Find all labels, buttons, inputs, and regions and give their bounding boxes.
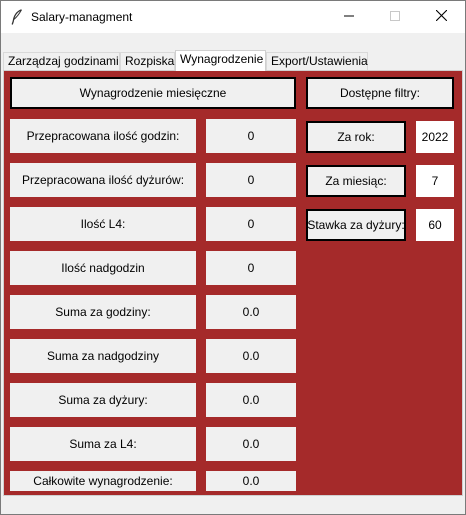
tab-manage-hours[interactable]: Zarządzaj godzinami	[3, 52, 120, 70]
year-filter-button[interactable]: Za rok:	[306, 121, 406, 153]
sick-leave-count-value: 0	[206, 207, 296, 241]
title-bar[interactable]: Salary-managment	[1, 1, 465, 33]
month-input[interactable]: 7	[416, 165, 454, 197]
year-input[interactable]: 2022	[416, 121, 454, 153]
hours-sum-label: Suma za godziny:	[10, 295, 196, 329]
tab-export-settings[interactable]: Export/Ustawienia	[266, 52, 368, 70]
window-title: Salary-managment	[31, 10, 133, 24]
feather-icon	[11, 9, 23, 25]
salary-panel: Wynagrodzenie miesięczne Dostępne filtry…	[3, 70, 463, 496]
shift-rate-filter-button[interactable]: Stawka za dyżury:	[306, 209, 406, 241]
worked-hours-value: 0	[206, 119, 296, 153]
app-window: Salary-managment Zarządzaj godzinami Roz…	[0, 0, 466, 515]
maximize-button[interactable]	[372, 1, 418, 33]
sick-leave-sum-value: 0.0	[206, 427, 296, 461]
minimize-icon	[344, 10, 354, 24]
overtime-count-value: 0	[206, 251, 296, 285]
shifts-sum-label: Suma za dyżury:	[10, 383, 196, 417]
worked-shifts-label: Przepracowana ilość dyżurów:	[10, 163, 196, 197]
sick-leave-count-label: Ilość L4:	[10, 207, 196, 241]
total-salary-value: 0.0	[206, 471, 296, 491]
maximize-icon	[390, 10, 400, 24]
worked-hours-label: Przepracowana ilość godzin:	[10, 119, 196, 153]
total-salary-label: Całkowite wynagrodzenie:	[10, 471, 196, 491]
overtime-count-label: Ilość nadgodzin	[10, 251, 196, 285]
month-filter-button[interactable]: Za miesiąc:	[306, 165, 406, 197]
monthly-salary-button[interactable]: Wynagrodzenie miesięczne	[10, 77, 296, 109]
shifts-sum-value: 0.0	[206, 383, 296, 417]
hours-sum-value: 0.0	[206, 295, 296, 329]
worked-shifts-value: 0	[206, 163, 296, 197]
close-button[interactable]	[418, 1, 464, 33]
close-icon	[435, 9, 447, 24]
tab-schedule[interactable]: Rozpiska	[120, 52, 175, 70]
available-filters-button[interactable]: Dostępne filtry:	[306, 77, 454, 109]
sick-leave-sum-label: Suma za L4:	[10, 427, 196, 461]
tab-salary[interactable]: Wynagrodzenie	[175, 50, 266, 71]
overtime-sum-label: Suma za nadgodziny	[10, 339, 196, 373]
minimize-button[interactable]	[326, 1, 372, 33]
shift-rate-input[interactable]: 60	[416, 209, 454, 241]
bottom-strip	[1, 496, 465, 514]
overtime-sum-value: 0.0	[206, 339, 296, 373]
